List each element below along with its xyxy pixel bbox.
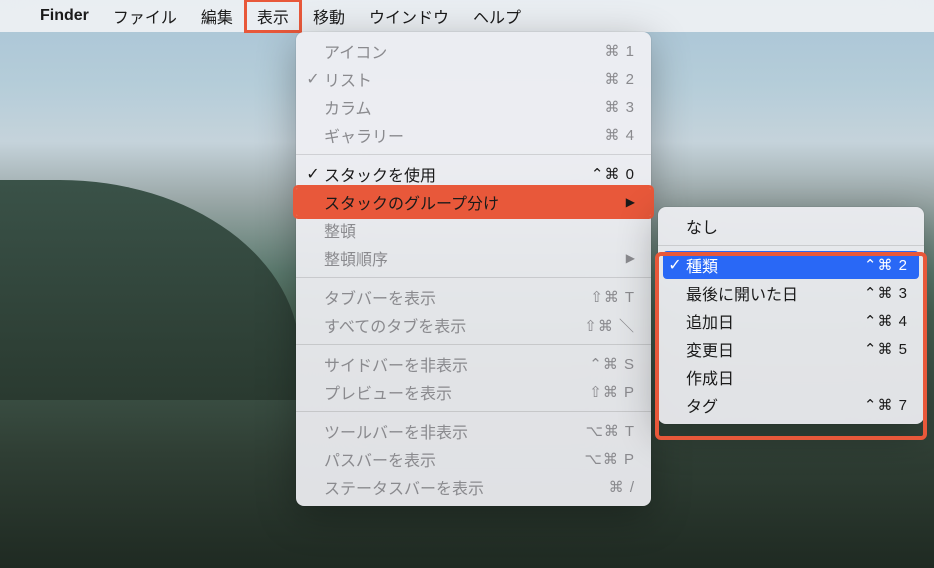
menu-item-shortcut: ⌥⌘ P: [585, 450, 635, 468]
menu-divider: [296, 277, 651, 278]
submenu-item-shortcut: ⌃⌘ 5: [864, 340, 908, 358]
menu-item-shortcut: ⌘ 2: [604, 70, 635, 88]
stack-grouping-submenu: なし✓種類⌃⌘ 2最後に開いた日⌃⌘ 3追加日⌃⌘ 4変更日⌃⌘ 5作成日タグ⌃…: [658, 207, 924, 424]
menu-item-label: 整頓: [322, 218, 635, 242]
submenu-item[interactable]: なし: [658, 212, 924, 240]
menu-item[interactable]: パスバーを表示⌥⌘ P: [296, 445, 651, 473]
menu-divider: [658, 245, 924, 246]
menu-item[interactable]: タブバーを表示⇧⌘ T: [296, 283, 651, 311]
menu-item-label: ギャラリー: [322, 123, 604, 147]
menu-item-label: スタックを使用: [322, 162, 591, 186]
menu-item[interactable]: ✓リスト⌘ 2: [296, 65, 651, 93]
menubar-item-edit[interactable]: 編集: [189, 0, 245, 32]
menu-item-label: スタックのグループ分け: [322, 190, 618, 214]
landscape-hill: [0, 180, 300, 400]
menubar-item-file[interactable]: ファイル: [101, 0, 189, 32]
submenu-item[interactable]: 追加日⌃⌘ 4: [658, 307, 924, 335]
menu-item-label: 整頓順序: [322, 246, 618, 270]
menu-item-label: プレビューを表示: [322, 380, 589, 404]
menu-item[interactable]: アイコン⌘ 1: [296, 37, 651, 65]
menu-item-label: タブバーを表示: [322, 285, 590, 309]
menu-item-label: すべてのタブを表示: [322, 313, 584, 337]
submenu-item-shortcut: ⌃⌘ 7: [864, 396, 908, 414]
menu-divider: [296, 411, 651, 412]
submenu-item-label: タグ: [684, 393, 864, 417]
menu-item[interactable]: プレビューを表示⇧⌘ P: [296, 378, 651, 406]
menu-item-shortcut: ⌃⌘ S: [589, 355, 635, 373]
menu-item[interactable]: カラム⌘ 3: [296, 93, 651, 121]
submenu-item[interactable]: タグ⌃⌘ 7: [658, 391, 924, 419]
menubar-item-window[interactable]: ウインドウ: [357, 0, 461, 32]
menubar-item-go[interactable]: 移動: [301, 0, 357, 32]
menu-item[interactable]: ステータスバーを表示⌘ /: [296, 473, 651, 501]
menu-item[interactable]: 整頓順序 ▶: [296, 244, 651, 272]
menu-item[interactable]: ギャラリー⌘ 4: [296, 121, 651, 149]
submenu-item[interactable]: ✓種類⌃⌘ 2: [663, 251, 919, 279]
submenu-item-shortcut: ⌃⌘ 4: [864, 312, 908, 330]
menubar-item-view[interactable]: 表示: [245, 0, 301, 32]
submenu-item-label: 種類: [684, 253, 864, 277]
menu-item-label: サイドバーを非表示: [322, 352, 589, 376]
submenu-item[interactable]: 作成日: [658, 363, 924, 391]
menu-item-shortcut: ⌃⌘ 0: [591, 165, 635, 183]
submenu-item-shortcut: ⌃⌘ 2: [864, 256, 908, 274]
menu-item[interactable]: ツールバーを非表示⌥⌘ T: [296, 417, 651, 445]
menu-item-label: ステータスバーを表示: [322, 475, 609, 499]
menu-item[interactable]: スタックのグループ分け ▶: [296, 188, 651, 216]
submenu-item[interactable]: 変更日⌃⌘ 5: [658, 335, 924, 363]
menu-item-label: ツールバーを非表示: [322, 419, 586, 443]
submenu-arrow-icon: ▶: [626, 251, 635, 265]
submenu-item-label: 作成日: [684, 365, 908, 389]
view-dropdown-menu: アイコン⌘ 1✓リスト⌘ 2カラム⌘ 3ギャラリー⌘ 4✓スタックを使用⌃⌘ 0…: [296, 32, 651, 506]
menubar-item-help[interactable]: ヘルプ: [461, 0, 533, 32]
menu-item-label: リスト: [322, 67, 604, 91]
menu-item-shortcut: ⇧⌘ P: [589, 383, 635, 401]
submenu-item-label: 変更日: [684, 337, 864, 361]
menubar-app-name[interactable]: Finder: [28, 0, 101, 32]
menu-item[interactable]: 整頓: [296, 216, 651, 244]
menu-item-shortcut: ⌘ 1: [604, 42, 635, 60]
menu-item-shortcut: ⌥⌘ T: [586, 422, 635, 440]
submenu-item-label: 追加日: [684, 309, 864, 333]
menu-item-shortcut: ⇧⌘ ＼: [584, 315, 635, 336]
menu-divider: [296, 344, 651, 345]
submenu-item-label: 最後に開いた日: [684, 281, 864, 305]
submenu-item[interactable]: 最後に開いた日⌃⌘ 3: [658, 279, 924, 307]
submenu-arrow-icon: ▶: [626, 195, 635, 209]
menu-item-label: カラム: [322, 95, 604, 119]
menu-item-shortcut: ⌘ 3: [604, 98, 635, 116]
checkmark-icon: ✓: [666, 255, 684, 275]
menu-item[interactable]: サイドバーを非表示⌃⌘ S: [296, 350, 651, 378]
menu-item[interactable]: すべてのタブを表示⇧⌘ ＼: [296, 311, 651, 339]
menu-item[interactable]: ✓スタックを使用⌃⌘ 0: [296, 160, 651, 188]
checkmark-icon: ✓: [304, 69, 322, 89]
submenu-item-label: なし: [684, 214, 908, 238]
checkmark-icon: ✓: [304, 164, 322, 184]
menu-item-label: アイコン: [322, 39, 604, 63]
menu-item-shortcut: ⌘ 4: [604, 126, 635, 144]
menu-item-shortcut: ⌘ /: [609, 478, 635, 496]
menu-item-shortcut: ⇧⌘ T: [590, 288, 635, 306]
submenu-item-shortcut: ⌃⌘ 3: [864, 284, 908, 302]
menu-item-label: パスバーを表示: [322, 447, 585, 471]
menu-divider: [296, 154, 651, 155]
menubar: Finder ファイル 編集 表示 移動 ウインドウ ヘルプ: [0, 0, 934, 32]
